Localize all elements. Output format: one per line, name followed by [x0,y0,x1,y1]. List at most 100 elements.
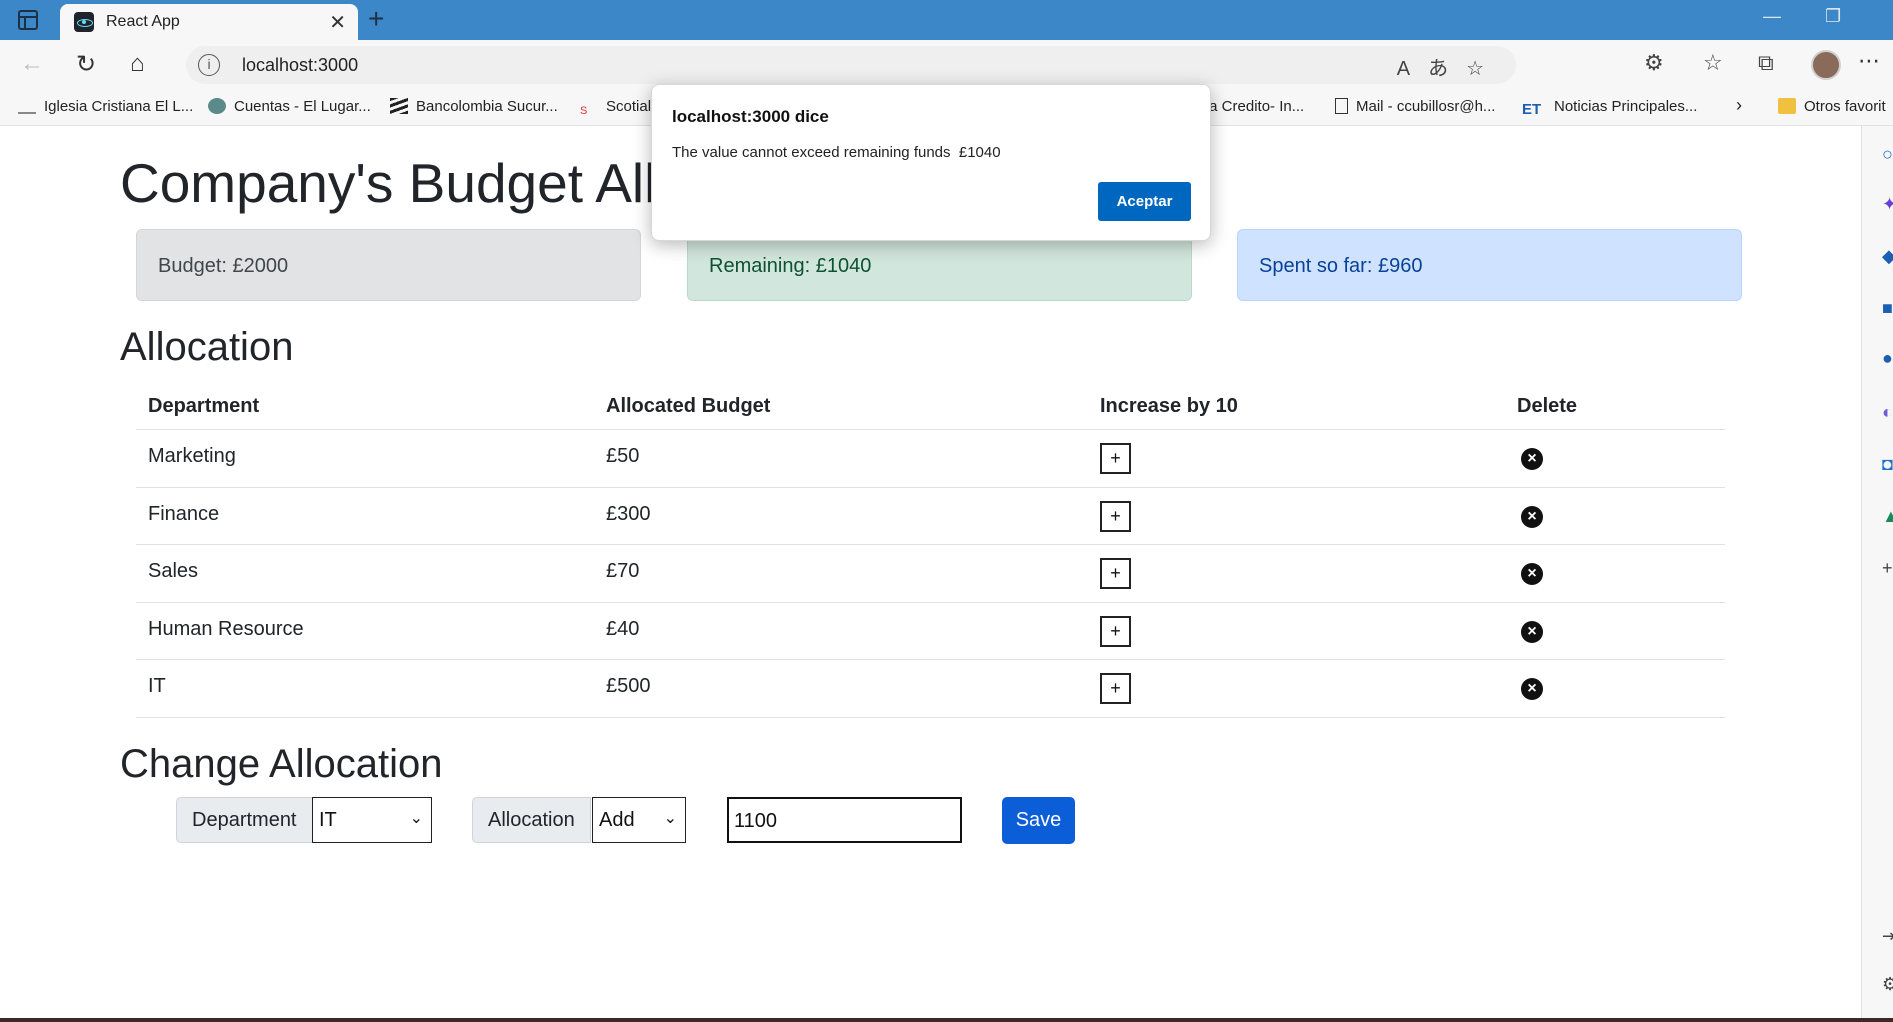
bookmark-item[interactable]: Iglesia Cristiana El L... [18,98,193,115]
increase-button[interactable]: + [1100,673,1131,704]
allocation-amount-input[interactable]: 1100 [727,797,962,843]
translate-icon[interactable]: あ [1428,58,1466,80]
browser-tab-bar: React App ✕ + — ❐ [0,0,1893,40]
bookmark-label: ta Credito- In... [1205,98,1305,115]
react-favicon-icon [74,12,94,32]
chevron-down-icon: ⌄ [663,810,677,827]
department-cell: IT [148,675,166,697]
bookmark-item[interactable]: Mail - ccubillosr@h... [1335,98,1495,115]
search-icon[interactable]: ○ [1882,144,1893,165]
window-restore-icon[interactable]: ❐ [1825,6,1841,27]
favorites-icon[interactable]: ☆ [1703,50,1723,76]
bookmark-label: Scotial [606,98,652,115]
address-bar-actions[interactable]: Aあ☆ [1397,52,1502,81]
bookmark-icon [208,98,226,114]
table-row: Finance £300 + × [136,488,1725,545]
dialog-message: The value cannot exceed remaining funds … [672,144,1001,161]
extensions-icon[interactable]: ⚙ [1644,50,1664,76]
increase-button[interactable]: + [1100,615,1131,647]
department-cell: Finance [148,502,220,525]
home-icon[interactable]: ⌂ [130,50,145,78]
tab-actions-icon[interactable] [18,10,38,30]
table-header-row: Department Allocated Budget Increase by … [136,385,1725,430]
tools-icon[interactable]: ■ [1882,298,1893,319]
delete-icon[interactable]: × [1521,678,1543,700]
outlook-icon[interactable]: ◘ [1882,454,1893,475]
bookmark-item[interactable]: ta Credito- In... [1205,98,1304,115]
budget-card: Budget: £2000 [136,229,641,301]
sidebar-settings-icon[interactable]: ⚙ [1882,974,1893,995]
tab-close-icon[interactable]: ✕ [329,10,346,35]
add-icon[interactable]: + [1882,558,1893,579]
bookmark-label: Iglesia Cristiana El L... [44,98,194,115]
allocation-table: Department Allocated Budget Increase by … [136,385,1725,718]
budget-cell: £500 [606,675,651,697]
department-cell: Human Resource [148,617,304,640]
delete-icon[interactable]: × [1521,505,1543,528]
increase-button[interactable]: + [1100,558,1131,589]
allocation-select[interactable]: Add ⌄ [592,797,686,843]
table-row: IT £500 + × [136,660,1725,718]
browser-tab[interactable]: React App ✕ [60,4,358,40]
department-select-value: IT [319,809,337,831]
bookmark-item[interactable]: ET Noticias Principales... [1522,98,1697,118]
new-tab-icon[interactable]: + [368,3,384,35]
tab-title: React App [106,13,180,30]
department-select[interactable]: IT ⌄ [312,797,432,843]
drop-icon[interactable]: ▲ [1882,506,1893,527]
page-content: Company's Budget Allocation Budget: £200… [0,127,1861,1020]
bookmarks-overflow-icon[interactable]: › [1736,95,1742,116]
hide-sidebar-icon[interactable]: ⇥ [1882,926,1893,947]
table-row: Human Resource £40 + × [136,603,1725,660]
bookmark-item[interactable]: S Scotial [580,98,651,121]
allocation-label: Allocation [472,797,591,843]
collections-icon[interactable]: ⧉ [1758,50,1774,76]
profile-avatar[interactable] [1811,50,1841,80]
taskbar-edge [0,1018,1893,1022]
more-options-icon[interactable]: ⋯ [1858,48,1880,74]
people-icon[interactable]: ● [1882,348,1893,369]
department-cell: Sales [148,560,199,582]
browser-toolbar: ← ↻ ⌂ i localhost:3000 Aあ☆ ⚙ ☆ ⧉ ⋯ [0,40,1893,90]
table-row: Marketing £50 + × [136,430,1725,488]
bookmark-label: Cuentas - El Lugar... [234,98,371,115]
delete-icon[interactable]: × [1521,620,1543,643]
bookmark-icon [390,98,408,114]
column-header-delete: Delete [1517,395,1578,417]
bookmark-label: Otros favorit [1804,98,1886,115]
change-allocation-heading: Change Allocation [120,742,443,786]
spent-card: Spent so far: £960 [1237,229,1742,301]
shopping-icon[interactable]: ◆ [1882,246,1893,267]
delete-icon[interactable]: × [1521,448,1543,470]
bookmark-label: Bancolombia Sucur... [416,98,558,115]
window-minimize-icon[interactable]: — [1763,6,1781,27]
increase-button[interactable]: + [1100,500,1131,532]
bookmark-icon: S [580,105,588,117]
save-button[interactable]: Save [1002,797,1075,844]
site-info-icon[interactable]: i [198,54,220,76]
budget-cell: £300 [606,502,651,525]
table-row: Sales £70 + × [136,545,1725,603]
column-header-allocated-budget: Allocated Budget [606,395,771,417]
increase-button[interactable]: + [1100,443,1131,474]
bookmark-folder[interactable]: Otros favorit [1778,98,1886,115]
dialog-ok-button[interactable]: Aceptar [1098,182,1191,221]
budget-cell: £70 [606,560,640,582]
back-icon[interactable]: ← [20,50,44,78]
edge-sidebar: ○ ✦ ◆ ■ ● ◐ ◘ ▲ + ⇥ ⚙ [1861,126,1893,1022]
add-favorite-icon[interactable]: ☆ [1466,58,1502,80]
bookmark-icon [18,104,36,114]
bookmark-item[interactable]: Bancolombia Sucur... [390,98,558,115]
address-bar[interactable]: i localhost:3000 Aあ☆ [186,46,1516,84]
document-icon [1335,98,1348,114]
read-aloud-icon[interactable]: A [1397,58,1428,80]
column-header-department: Department [148,395,260,417]
address-url[interactable]: localhost:3000 [242,55,358,76]
delete-icon[interactable]: × [1521,563,1543,585]
bookmark-label: Mail - ccubillosr@h... [1356,98,1496,115]
bookmark-item[interactable]: Cuentas - El Lugar... [208,98,371,115]
office-icon[interactable]: ◐ [1882,402,1893,423]
department-label: Department [176,797,313,843]
copilot-icon[interactable]: ✦ [1882,194,1893,215]
reload-icon[interactable]: ↻ [76,50,96,79]
